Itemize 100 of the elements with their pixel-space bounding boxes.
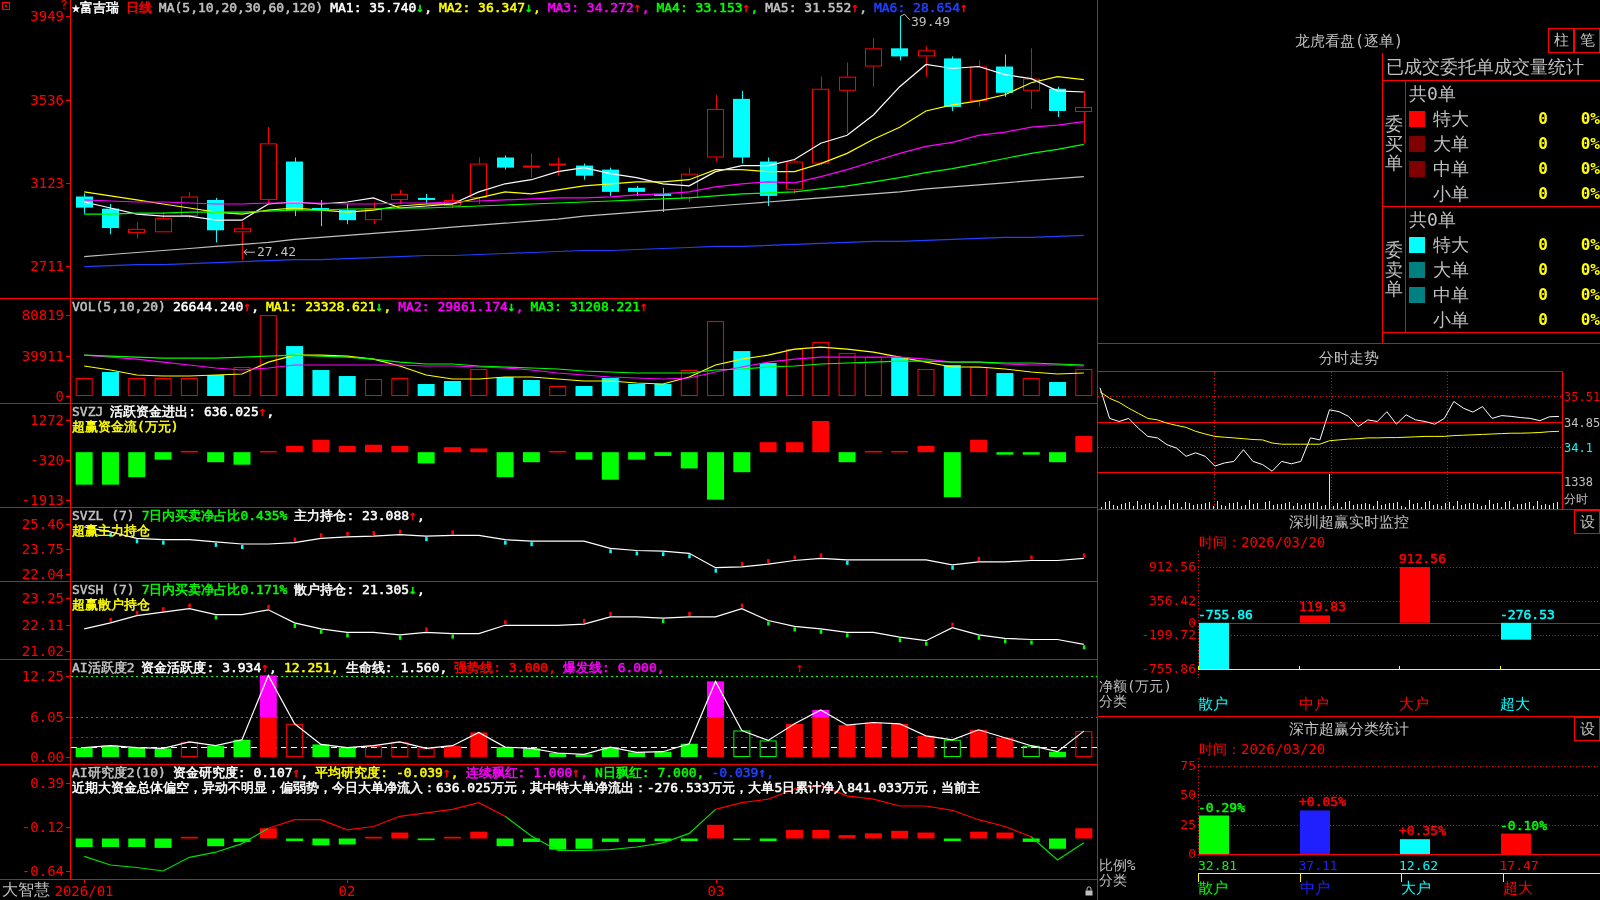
axis-label: 2711	[30, 259, 64, 274]
volume-bar	[1075, 369, 1093, 396]
activity-bar	[838, 725, 856, 758]
indicator-reading: MA1: 35.740	[330, 0, 417, 15]
value-label: 119.83	[1299, 599, 1346, 615]
category-label: 超大	[1502, 878, 1533, 898]
activity-bar	[312, 744, 330, 758]
volume-bar	[1022, 378, 1040, 396]
activity-bar	[417, 748, 435, 758]
research-bar	[443, 836, 461, 839]
activity-bar	[707, 681, 725, 718]
value-label: 12.62	[1399, 858, 1439, 873]
order-size-label: 大单	[1433, 257, 1469, 282]
fund-flow-bar	[601, 452, 619, 480]
volume-bar	[180, 378, 198, 396]
research-bar	[654, 838, 672, 842]
candle	[234, 221, 251, 261]
axis-title: 净额(万元)	[1098, 679, 1172, 694]
panel-title: 龙虎看盘(逐单)	[1294, 31, 1404, 52]
candle	[418, 193, 435, 205]
research-bar	[101, 838, 119, 848]
lock-icon[interactable]	[1085, 886, 1093, 896]
research-bar	[549, 838, 567, 850]
category-label: 超大	[1499, 694, 1530, 714]
order-size-label: 小单	[1433, 181, 1469, 206]
order-size-label: 中单	[1433, 282, 1469, 307]
candle	[102, 203, 119, 235]
order-size-label: 中单	[1433, 156, 1469, 181]
activity-bar	[943, 739, 961, 758]
order-count: 0	[1538, 235, 1548, 254]
category-label: 中户	[1298, 694, 1329, 714]
candle	[181, 191, 198, 219]
indicator-reading: MA3: 34.272	[547, 0, 634, 15]
axis-label: 0.39	[30, 775, 64, 790]
order-count: 0	[1538, 134, 1548, 153]
question-icon	[61, 0, 67, 9]
indicator-reading: 日线	[125, 0, 152, 15]
axis-label: 0	[1188, 615, 1196, 630]
volume-bar	[628, 384, 646, 396]
fund-flow-bar	[917, 445, 935, 453]
activity-bar	[707, 717, 725, 758]
mode-button[interactable]: 柱	[1548, 28, 1574, 53]
order-share: 0%	[1580, 260, 1600, 279]
candle	[944, 55, 961, 112]
candle	[365, 201, 382, 225]
mode-button[interactable]: 笔	[1574, 28, 1600, 53]
indicator-reading: MA1: 23328.621	[266, 299, 376, 314]
value-label: 17.47	[1499, 858, 1539, 873]
fund-flow-bar	[1049, 452, 1067, 463]
research-bar	[733, 838, 751, 841]
indicator-reading: 平均研究度: -0.039	[315, 765, 443, 780]
settings-button[interactable]: 设	[1574, 717, 1600, 741]
activity-bar	[128, 747, 146, 758]
settings-button[interactable]: 设	[1574, 510, 1600, 534]
order-size-label: 大单	[1433, 131, 1469, 156]
change-label: -0.29%	[1198, 800, 1245, 816]
axis-title: 分类	[1098, 873, 1127, 888]
candle	[549, 157, 566, 177]
activity-bar	[654, 751, 672, 758]
activity-bar	[1049, 751, 1067, 758]
fund-flow-bar	[443, 447, 461, 453]
trend-arrow: ↑,	[742, 0, 759, 15]
indicator-name: SVSH (7)	[72, 582, 135, 597]
change-label: +0.05%	[1299, 794, 1346, 810]
order-share: 0%	[1580, 184, 1600, 203]
fund-flow-bar	[233, 452, 251, 465]
activity-bar	[233, 739, 251, 758]
volume-bar	[207, 375, 225, 396]
research-bar	[338, 838, 356, 845]
research-bar	[207, 838, 225, 847]
indicator-reading: 7日内买卖净占比0.171%	[141, 582, 288, 597]
indicator-name: VOL(5,10,20)	[72, 299, 166, 314]
fund-flow-bar	[75, 452, 93, 485]
indicator-name: SVZJ	[72, 404, 104, 419]
research-bar	[417, 838, 435, 841]
fund-flow-bar	[812, 420, 830, 453]
axis-label: 75	[1180, 758, 1196, 774]
fund-flow-bar	[128, 452, 146, 478]
date-label: 时间：2026/03/20	[1199, 741, 1326, 757]
volume-bar	[365, 379, 383, 396]
axis-label: 25.46	[21, 517, 64, 532]
volume-bar	[838, 353, 856, 396]
category-bar	[1300, 810, 1330, 854]
order-size-label: 特大	[1433, 106, 1469, 131]
activity-bar	[628, 752, 646, 758]
panel-title: 分时走势	[1319, 347, 1379, 368]
fund-flow-bar	[470, 448, 488, 453]
volume-bar	[391, 378, 409, 396]
research-bar	[365, 836, 383, 839]
volume-bar	[154, 378, 172, 396]
candle	[918, 45, 935, 78]
category-bar	[1501, 833, 1531, 854]
candle	[470, 157, 487, 205]
candle	[1049, 86, 1066, 118]
research-bar	[1049, 838, 1067, 849]
activity-bar	[917, 735, 935, 758]
pointer-arrow	[243, 248, 256, 256]
axis-label: 0	[1188, 846, 1196, 862]
candle	[865, 37, 882, 88]
order-share: 0%	[1580, 109, 1600, 128]
